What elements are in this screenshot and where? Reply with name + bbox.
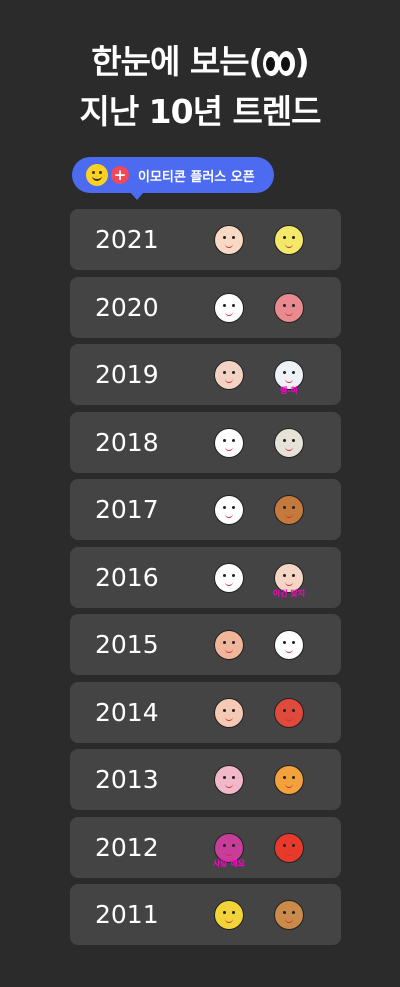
emoticon-image (268, 894, 310, 936)
emoticon-image (208, 287, 250, 329)
year-label: 2016 (95, 562, 159, 592)
emoticon-face-icon (214, 900, 244, 930)
year-label: 2018 (95, 427, 159, 457)
year-row-2015[interactable]: 2015 (70, 614, 341, 675)
emoticon-face-icon (214, 360, 244, 390)
emoticon-face-icon (214, 562, 244, 593)
emoticon-face-icon (214, 225, 244, 255)
year-row-2014[interactable]: 2014 (70, 681, 341, 743)
badge-label: 이모티콘 플러스 오픈 (138, 169, 255, 185)
year-label: 2012 (95, 832, 159, 862)
year-label: 2017 (95, 495, 159, 524)
emoticon-face-icon (214, 697, 244, 728)
emoticon-image: 사랑 해요 (208, 827, 250, 869)
emoticon-face-icon (214, 495, 244, 525)
emoticon-face-icon (274, 225, 304, 255)
year-label: 2015 (95, 630, 159, 659)
emoticon-image (268, 759, 310, 801)
year-label: 2013 (95, 765, 159, 794)
emoticon-face-icon (214, 630, 244, 660)
title-line-1: 한눈에 보는() (0, 38, 400, 88)
emoticon-image (208, 219, 250, 261)
emoticon-face-icon (214, 292, 244, 323)
year-label: 2020 (95, 292, 159, 322)
emoticon-image: 이건 맞지 (268, 557, 310, 599)
emoticon-face-icon (274, 832, 304, 863)
emoticon-image (268, 422, 310, 464)
emoticon-image (208, 894, 250, 936)
year-row-2011[interactable]: 2011 (70, 884, 341, 945)
year-row-2018[interactable]: 2018 (70, 411, 341, 473)
emoticon-face-icon (274, 630, 304, 660)
emoticon-image (208, 354, 250, 396)
emoticon-plus-open-badge: + 이모티콘 플러스 오픈 (72, 157, 274, 200)
emoticon-image (268, 489, 310, 531)
emoticon-image (268, 219, 310, 261)
emoticon-image (268, 692, 310, 734)
emoticon-image (208, 557, 250, 599)
emoticon-face-icon (274, 292, 304, 323)
year-row-2013[interactable]: 2013 (70, 749, 341, 810)
year-trend-list: 2021 2020 2019 펭-하 2018 2017 2016 이건 맞지 2015 2014… (70, 209, 341, 952)
emoticon-face-icon (274, 697, 304, 728)
emoticon-face-icon (214, 765, 244, 795)
year-label: 2021 (95, 225, 159, 254)
title-line-1-text: 한눈에 보는( (91, 42, 263, 81)
emoticon-image (208, 624, 250, 666)
emoticon-image (268, 287, 310, 329)
emoticon-image (208, 759, 250, 801)
emoticon-face-icon (274, 495, 304, 525)
year-row-2012[interactable]: 2012 사랑 해요 (70, 816, 341, 878)
title-line-1-close: ) (294, 42, 310, 81)
emoticon-face-icon (274, 765, 304, 795)
emoticon-caption: 펭-하 (279, 386, 299, 395)
year-row-2019[interactable]: 2019 펭-하 (70, 344, 341, 405)
page-title: 한눈에 보는() 지난 10년 트렌드 (0, 38, 400, 135)
emoticon-image (208, 489, 250, 531)
emoticon-face-icon (274, 427, 304, 458)
emoticon-face-icon (274, 900, 304, 930)
emoticon-image: 펭-하 (268, 354, 310, 396)
year-label: 2011 (95, 900, 159, 929)
year-label: 2014 (95, 697, 159, 727)
emoticon-image (268, 827, 310, 869)
emoticon-caption: 사랑 해요 (212, 858, 246, 868)
smiley-face-icon (86, 164, 108, 186)
emoticon-caption: 이건 맞지 (272, 588, 306, 598)
year-row-2016[interactable]: 2016 이건 맞지 (70, 546, 341, 608)
year-row-2020[interactable]: 2020 (70, 276, 341, 338)
plus-icon: + (111, 166, 129, 184)
eyes-icon (262, 41, 295, 88)
year-label: 2019 (95, 360, 159, 389)
year-row-2021[interactable]: 2021 (70, 209, 341, 270)
emoticon-image (208, 422, 250, 464)
emoticon-image (268, 624, 310, 666)
emoticon-image (208, 692, 250, 734)
year-row-2017[interactable]: 2017 (70, 479, 341, 540)
emoticon-face-icon (214, 427, 244, 458)
title-line-2: 지난 10년 트렌드 (79, 92, 321, 131)
